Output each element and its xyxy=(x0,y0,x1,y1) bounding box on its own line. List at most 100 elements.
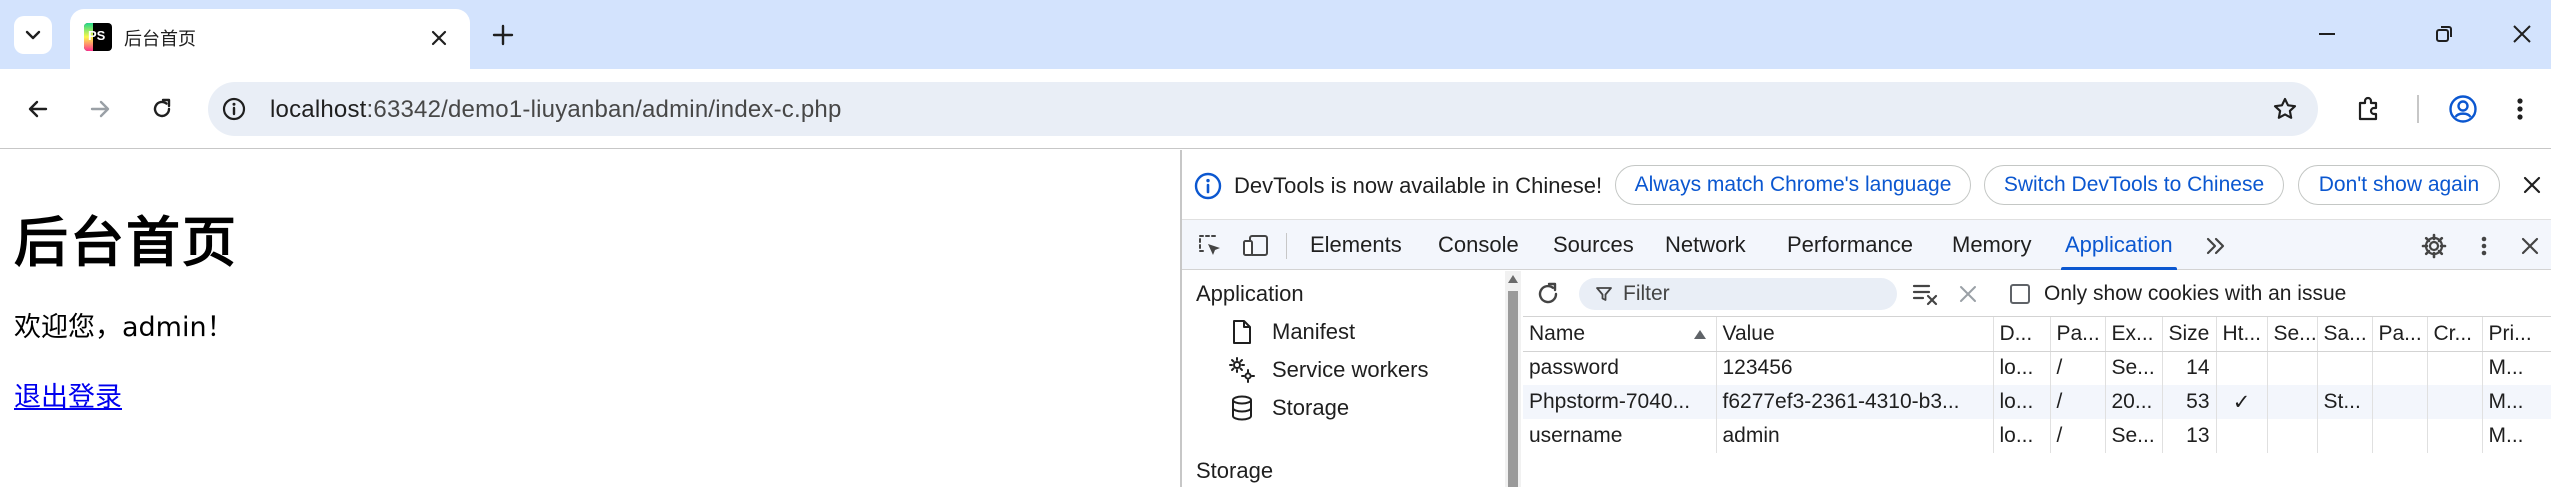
only-issues-label[interactable]: Only show cookies with an issue xyxy=(2044,282,2346,306)
nav-item-manifest[interactable]: Manifest xyxy=(1228,315,1355,349)
devtools-tab-bar: Elements Console Sources Network Perform… xyxy=(1182,220,2551,270)
nav-item-label: Service workers xyxy=(1272,357,1429,382)
close-devtools-button[interactable] xyxy=(2514,230,2546,262)
cookie-samesite xyxy=(2317,419,2373,453)
tab-memory[interactable]: Memory xyxy=(1952,220,2031,270)
tab-console[interactable]: Console xyxy=(1438,220,1519,270)
more-tabs-button[interactable] xyxy=(2200,230,2232,262)
reload-button[interactable] xyxy=(142,89,182,129)
nav-section-application[interactable]: Application xyxy=(1196,281,1304,307)
application-sidebar: Application Manifest Service workers Sto… xyxy=(1182,271,1505,487)
tab-sources[interactable]: Sources xyxy=(1553,220,1634,270)
back-button[interactable] xyxy=(18,89,58,129)
toolbar-divider xyxy=(2417,95,2419,123)
bookmark-button[interactable] xyxy=(2270,94,2300,124)
table-row[interactable]: username admin lo... / Se... 13 M... xyxy=(1523,419,2551,453)
column-header-name[interactable]: Name xyxy=(1523,317,1717,352)
cookies-panel: Only show cookies with an issue Name Val… xyxy=(1523,271,2551,487)
column-header-priority[interactable]: Pri... xyxy=(2482,317,2551,352)
column-header-secure[interactable]: Se... xyxy=(2267,317,2318,352)
filter-field[interactable] xyxy=(1579,278,1897,310)
restore-icon xyxy=(2436,26,2452,42)
clear-all-cookies-button[interactable] xyxy=(1911,279,1941,309)
column-header-expires[interactable]: Ex... xyxy=(2105,317,2163,352)
switch-to-chinese-button[interactable]: Switch DevTools to Chinese xyxy=(1984,165,2284,205)
tab-elements[interactable]: Elements xyxy=(1310,220,1402,270)
close-icon xyxy=(2513,25,2531,43)
cookie-domain: lo... xyxy=(1993,351,2051,385)
puzzle-icon xyxy=(2358,96,2378,121)
cookie-partition-key xyxy=(2372,385,2428,419)
tab-close-button[interactable] xyxy=(424,23,454,53)
cookie-cross-site xyxy=(2427,385,2483,419)
tab-application[interactable]: Application xyxy=(2061,220,2177,270)
column-header-cross-site[interactable]: Cr... xyxy=(2427,317,2483,352)
profile-button[interactable] xyxy=(2443,89,2483,129)
column-header-domain[interactable]: D... xyxy=(1993,317,2051,352)
column-header-path[interactable]: Pa... xyxy=(2050,317,2106,352)
devtools-panel: DevTools is now available in Chinese! Al… xyxy=(1180,150,2551,487)
column-header-size[interactable]: Size xyxy=(2162,317,2217,352)
always-match-language-button[interactable]: Always match Chrome's language xyxy=(1615,165,1971,205)
devtools-menu-button[interactable] xyxy=(2468,230,2500,262)
address-bar[interactable]: localhost:63342/demo1-liuyanban/admin/in… xyxy=(208,82,2318,136)
minimize-button[interactable] xyxy=(2305,14,2349,54)
cookie-path: / xyxy=(2050,419,2106,453)
cookies-table: Name Value D... Pa... Ex... Size Ht... S… xyxy=(1523,317,2551,453)
sidebar-scrollbar[interactable] xyxy=(1505,271,1521,487)
scrollbar-thumb[interactable] xyxy=(1508,291,1518,487)
tab-search-button[interactable] xyxy=(14,16,52,54)
reload-icon xyxy=(153,98,171,118)
browser-toolbar: localhost:63342/demo1-liuyanban/admin/in… xyxy=(0,69,2551,149)
cookie-secure xyxy=(2267,385,2318,419)
device-toolbar-button[interactable] xyxy=(1240,230,1272,262)
forward-button[interactable] xyxy=(80,89,120,129)
table-row[interactable]: password 123456 lo... / Se... 14 M... xyxy=(1523,351,2551,385)
restore-button[interactable] xyxy=(2422,14,2466,54)
filter-input[interactable] xyxy=(1623,281,1883,307)
devtools-settings-button[interactable] xyxy=(2418,230,2450,262)
device-icon xyxy=(1243,235,1268,256)
column-header-partition-key[interactable]: Pa... xyxy=(2372,317,2428,352)
clear-list-icon xyxy=(1912,284,1938,306)
cookie-httponly xyxy=(2216,351,2268,385)
close-window-button[interactable] xyxy=(2500,14,2544,54)
nav-item-label: Manifest xyxy=(1272,319,1356,344)
dont-show-again-button[interactable]: Don't show again xyxy=(2298,165,2500,205)
chrome-menu-button[interactable] xyxy=(2500,89,2540,129)
nav-item-service-workers[interactable]: Service workers xyxy=(1228,353,1428,387)
logout-link[interactable]: 退出登录 xyxy=(14,375,122,414)
cookie-size: 13 xyxy=(2162,419,2217,453)
column-header-value[interactable]: Value xyxy=(1716,317,1994,352)
nav-item-storage[interactable]: Storage xyxy=(1228,391,1349,425)
browser-tab[interactable]: PS 后台首页 xyxy=(70,9,470,69)
star-icon xyxy=(2273,97,2297,119)
column-header-samesite[interactable]: Sa... xyxy=(2317,317,2373,352)
cookie-path: / xyxy=(2050,385,2106,419)
cookie-priority: M... xyxy=(2482,385,2551,419)
tab-performance[interactable]: Performance xyxy=(1787,220,1913,270)
close-icon xyxy=(2523,176,2541,194)
delete-selected-button[interactable] xyxy=(1953,279,1983,309)
refresh-cookies-button[interactable] xyxy=(1533,279,1563,309)
tab-strip: PS 后台首页 xyxy=(0,0,2551,69)
scroll-up-arrow-icon[interactable] xyxy=(1508,275,1518,283)
close-icon xyxy=(431,30,447,46)
infobar-close-button[interactable] xyxy=(2517,170,2547,200)
inspect-element-button[interactable] xyxy=(1194,230,1226,262)
cookie-size: 14 xyxy=(2162,351,2217,385)
cookie-size: 53 xyxy=(2162,385,2217,419)
tab-title: 后台首页 xyxy=(124,29,196,49)
tab-network[interactable]: Network xyxy=(1665,220,1746,270)
new-tab-button[interactable] xyxy=(486,18,520,52)
site-info-button[interactable] xyxy=(218,93,250,125)
page-heading: 后台首页 xyxy=(14,211,238,274)
only-issues-checkbox[interactable] xyxy=(2010,284,2030,304)
nav-section-storage[interactable]: Storage xyxy=(1196,458,1273,484)
plus-icon xyxy=(492,24,514,46)
extensions-button[interactable] xyxy=(2349,89,2389,129)
column-header-httponly[interactable]: Ht... xyxy=(2216,317,2268,352)
cookie-expires: Se... xyxy=(2105,351,2163,385)
welcome-text: 欢迎您，admin！ xyxy=(14,312,234,343)
table-row[interactable]: Phpstorm-7040... f6277ef3-2361-4310-b3..… xyxy=(1523,385,2551,419)
